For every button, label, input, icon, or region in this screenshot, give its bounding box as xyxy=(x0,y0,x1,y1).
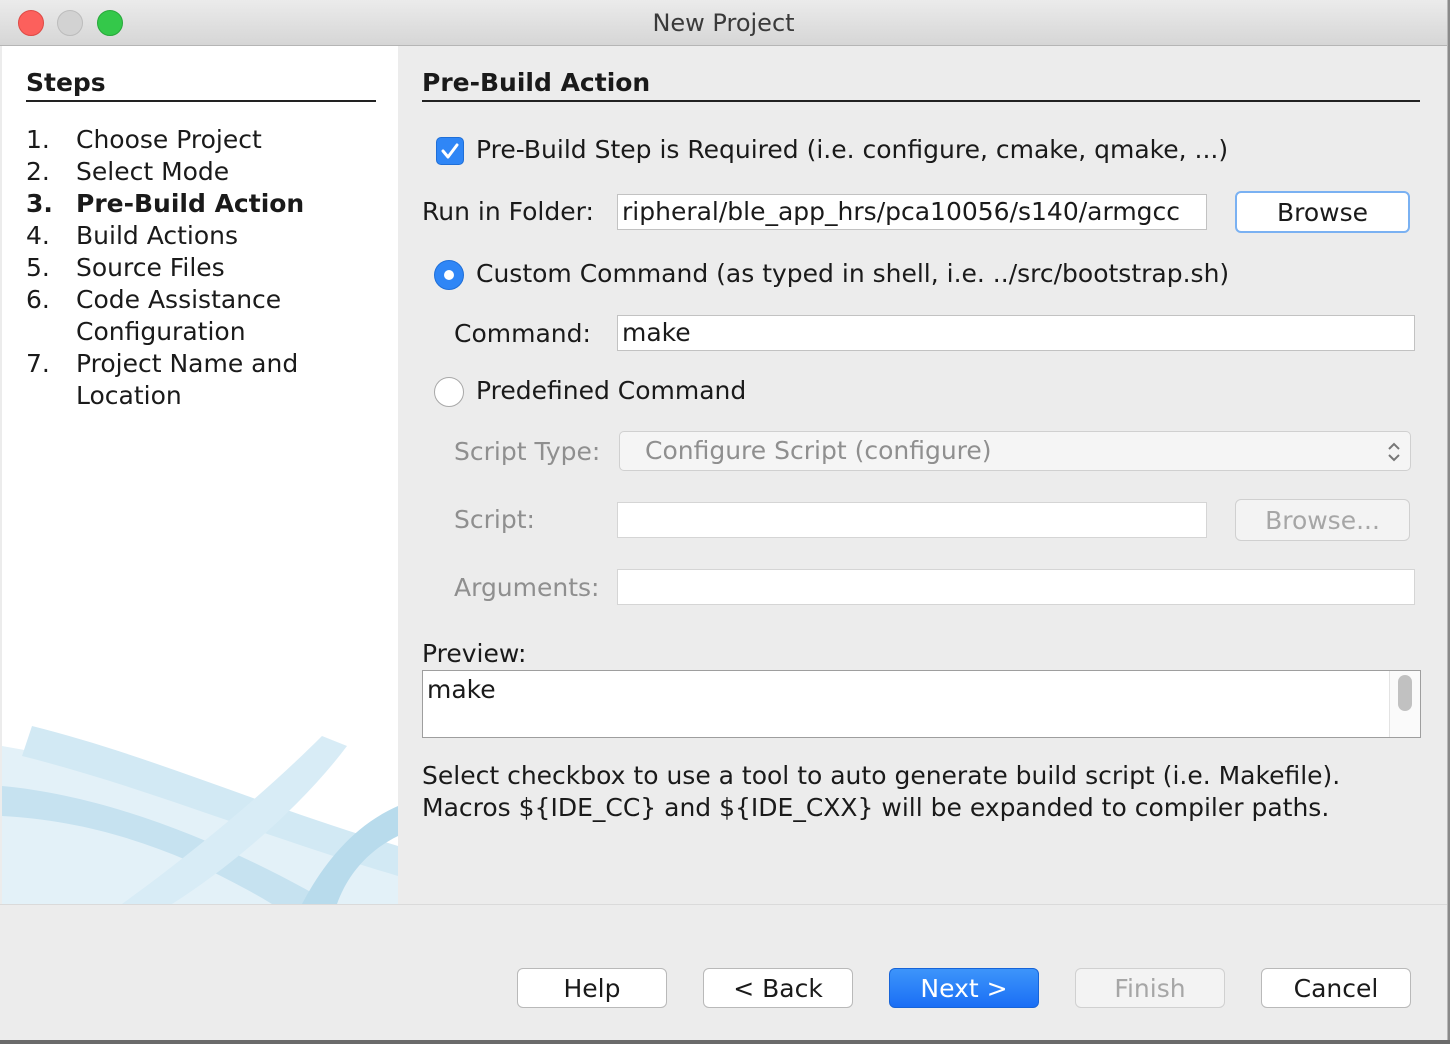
arguments-input[interactable] xyxy=(617,569,1415,605)
cancel-button[interactable]: Cancel xyxy=(1261,968,1411,1008)
preview-text: make xyxy=(427,675,496,704)
step-number: 7. xyxy=(26,349,50,378)
script-type-value: Configure Script (configure) xyxy=(645,436,992,465)
step-label: Choose Project xyxy=(76,125,262,154)
run-in-folder-label: Run in Folder: xyxy=(422,197,594,226)
decorative-swoosh-graphic xyxy=(2,726,398,904)
title-bar[interactable]: New Project xyxy=(0,0,1447,46)
custom-command-label[interactable]: Custom Command (as typed in shell, i.e. … xyxy=(476,259,1229,288)
step-number: 4. xyxy=(26,221,50,250)
script-type-select[interactable]: Configure Script (configure) xyxy=(619,431,1411,471)
step-label: Code Assistance xyxy=(76,285,282,314)
step-label-continued: Location xyxy=(76,381,182,410)
help-text-line: Macros ${IDE_CC} and ${IDE_CXX} will be … xyxy=(422,793,1330,822)
script-input[interactable] xyxy=(617,502,1207,538)
custom-command-radio[interactable] xyxy=(434,260,464,290)
step-number: 1. xyxy=(26,125,50,154)
predefined-command-label[interactable]: Predefined Command xyxy=(476,376,746,405)
step-number: 6. xyxy=(26,285,50,314)
help-text: Select checkbox to use a tool to auto ge… xyxy=(422,760,1340,824)
preview-label: Preview: xyxy=(422,639,527,668)
dialog-footer: Help < Back Next > Finish Cancel xyxy=(0,904,1447,1041)
step-number: 2. xyxy=(26,157,50,186)
step-label-continued: Configuration xyxy=(76,317,246,346)
command-label: Command: xyxy=(454,319,591,348)
pre-build-action-panel: Pre-Build Action Pre-Build Step is Requi… xyxy=(400,46,1447,904)
steps-panel: Steps 1. Choose Project 2. Select Mode 3… xyxy=(2,46,398,904)
updown-chevron-icon xyxy=(1388,442,1400,462)
step-label: Build Actions xyxy=(76,221,239,250)
prebuild-required-label[interactable]: Pre-Build Step is Required (i.e. configu… xyxy=(476,135,1228,164)
browse-folder-button[interactable]: Browse xyxy=(1235,191,1410,233)
steps-heading: Steps xyxy=(26,68,376,102)
background-desktop-strip xyxy=(0,1040,1450,1044)
section-title: Pre-Build Action xyxy=(422,68,1420,102)
preview-scrollbar[interactable] xyxy=(1389,671,1420,737)
preview-textarea[interactable]: make xyxy=(422,670,1421,738)
step-label: Source Files xyxy=(76,253,225,282)
finish-button[interactable]: Finish xyxy=(1075,968,1225,1008)
arguments-label: Arguments: xyxy=(454,573,600,602)
new-project-dialog: New Project Steps 1. Choose Project 2. S… xyxy=(0,0,1448,1040)
help-text-line: Select checkbox to use a tool to auto ge… xyxy=(422,761,1341,790)
scrollbar-thumb[interactable] xyxy=(1398,675,1412,711)
browse-script-button[interactable]: Browse... xyxy=(1235,499,1410,541)
step-label: Pre-Build Action xyxy=(76,189,305,218)
command-input[interactable]: make xyxy=(617,315,1415,351)
step-label: Select Mode xyxy=(76,157,230,186)
predefined-command-radio[interactable] xyxy=(434,377,464,407)
run-in-folder-input[interactable]: ripheral/ble_app_hrs/pca10056/s140/armgc… xyxy=(617,194,1207,230)
step-number: 5. xyxy=(26,253,50,282)
prebuild-required-checkbox[interactable] xyxy=(436,137,464,165)
script-type-label: Script Type: xyxy=(454,437,601,466)
step-label: Project Name and xyxy=(76,349,299,378)
next-button[interactable]: Next > xyxy=(889,968,1039,1008)
window-title: New Project xyxy=(652,9,795,37)
script-label: Script: xyxy=(454,505,535,534)
back-button[interactable]: < Back xyxy=(703,968,853,1008)
help-button[interactable]: Help xyxy=(517,968,667,1008)
step-number: 3. xyxy=(26,189,53,218)
checkmark-icon xyxy=(441,143,459,159)
